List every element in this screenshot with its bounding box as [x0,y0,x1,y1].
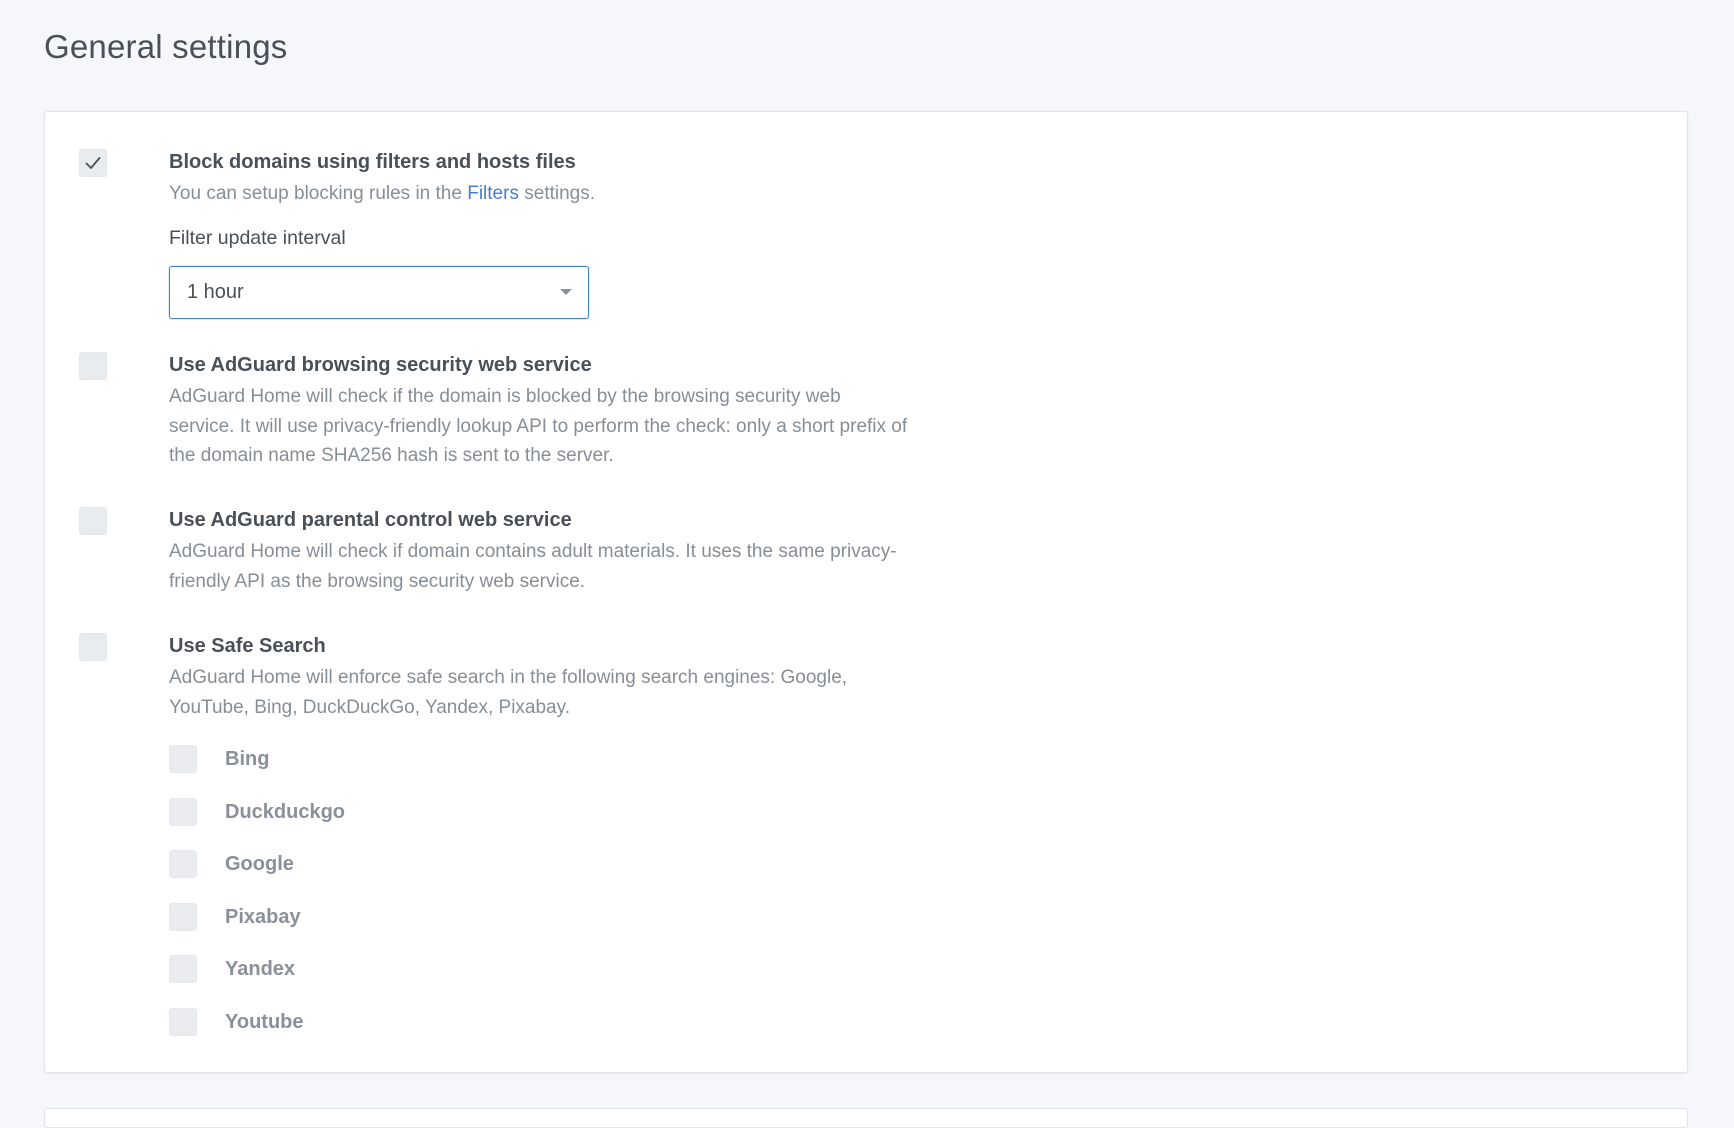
engine-bing-checkbox[interactable] [169,745,197,773]
next-card-edge [44,1108,1688,1128]
engine-yandex-checkbox[interactable] [169,955,197,983]
engine-youtube-checkbox[interactable] [169,1008,197,1036]
parental-control-checkbox[interactable] [79,507,107,535]
parental-control-desc: AdGuard Home will check if domain contai… [169,541,897,592]
engine-duckduckgo-label: Duckduckgo [225,801,346,823]
engine-bing-label: Bing [225,748,270,770]
engine-google-checkbox[interactable] [169,850,197,878]
filter-update-interval-select[interactable]: 1 hour [169,265,589,319]
safe-search-title: Use Safe Search [169,635,326,657]
browsing-security-checkbox[interactable] [79,352,107,380]
browsing-security-desc: AdGuard Home will check if the domain is… [169,386,908,466]
block-domains-checkbox[interactable] [79,149,107,177]
filter-update-interval-label: Filter update interval [169,226,346,249]
block-domains-title: Block domains using filters and hosts fi… [169,151,576,173]
engine-duckduckgo-checkbox[interactable] [169,798,197,826]
block-domains-desc: You can setup blocking rules in the Filt… [169,179,909,209]
safe-search-desc: AdGuard Home will enforce safe search in… [169,667,848,718]
block-domains-desc-before: You can setup blocking rules in the [169,183,468,204]
filters-link[interactable]: Filters [467,183,519,204]
engine-google-label: Google [225,853,294,875]
general-settings-card: Block domains using filters and hosts fi… [44,111,1688,1073]
page-title: General settings [44,28,288,65]
block-domains-desc-after: settings. [518,183,596,204]
engine-youtube-label: Youtube [225,1011,304,1033]
browsing-security-title: Use AdGuard browsing security web servic… [169,354,592,376]
engine-yandex-label: Yandex [225,958,296,980]
safe-search-checkbox[interactable] [79,633,107,661]
caret-down-icon [560,288,572,295]
engine-pixabay-checkbox[interactable] [169,903,197,931]
filter-update-interval-value: 1 hour [187,280,244,303]
parental-control-title: Use AdGuard parental control web service [169,509,572,531]
engine-pixabay-label: Pixabay [225,906,301,928]
checkmark-icon [85,157,101,169]
